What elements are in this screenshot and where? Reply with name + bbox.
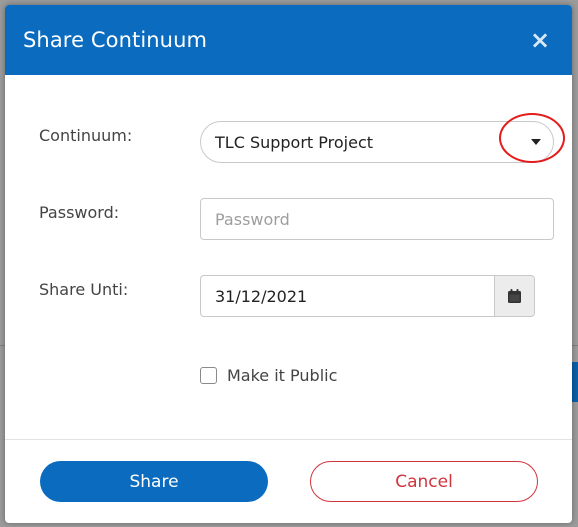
calendar-icon	[508, 289, 521, 303]
share-continuum-dialog: Share Continuum × Continuum: TLC Support…	[5, 5, 572, 523]
close-icon[interactable]: ×	[528, 28, 552, 52]
share-until-label: Share Unti:	[39, 280, 129, 299]
dialog-header: Share Continuum ×	[5, 5, 572, 75]
make-public-label: Make it Public	[227, 366, 338, 385]
share-until-date-picker	[200, 275, 535, 317]
continuum-selected-value: TLC Support Project	[215, 132, 374, 152]
password-input[interactable]	[200, 198, 554, 240]
make-public-checkbox[interactable]	[200, 367, 217, 384]
make-public-option[interactable]: Make it Public	[200, 366, 337, 385]
share-until-input[interactable]	[200, 275, 494, 317]
cancel-button[interactable]: Cancel	[310, 461, 538, 502]
share-button[interactable]: Share	[40, 461, 268, 502]
continuum-label: Continuum:	[39, 126, 133, 145]
dialog-title: Share Continuum	[23, 28, 208, 52]
calendar-button[interactable]	[494, 275, 535, 317]
footer-divider	[5, 439, 572, 440]
password-label: Password:	[39, 203, 120, 222]
annotation-circle	[499, 113, 565, 163]
